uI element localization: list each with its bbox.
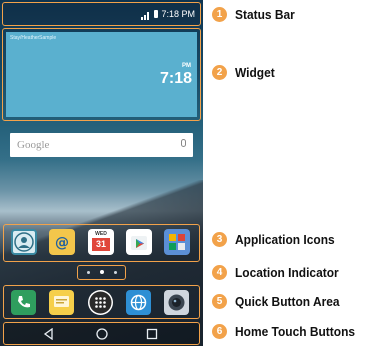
callout-quick-button-area: 5 Quick Button Area	[212, 294, 349, 309]
signal-icon	[141, 10, 151, 20]
messages-icon[interactable]	[49, 290, 74, 315]
callout-label: Location Indicator	[235, 265, 339, 280]
callout-label: Status Bar	[235, 7, 295, 22]
status-indicators: 7:18 PM	[141, 9, 195, 20]
widget-time: 7:18	[159, 70, 192, 87]
callout-label: Home Touch Buttons	[235, 324, 356, 339]
calendar-icon[interactable]: WED 31	[88, 229, 114, 255]
search-label: Google	[17, 139, 50, 151]
recents-icon[interactable]	[146, 327, 158, 345]
widget-ampm: PM	[182, 63, 191, 69]
callout-label: Widget	[235, 65, 275, 80]
phone-home-screen: 7:18 PM Stay/HeatherSample PM 7:18 Googl…	[0, 0, 203, 346]
google-search-bar[interactable]: Google	[10, 133, 193, 157]
callout-number: 4	[212, 265, 227, 280]
callout-number: 3	[212, 232, 227, 247]
callout-number: 2	[212, 65, 227, 80]
contacts-icon[interactable]	[11, 229, 37, 255]
callout-home-touch-buttons: 6 Home Touch Buttons	[212, 324, 365, 339]
calendar-day: WED	[95, 231, 107, 237]
page-dot-active[interactable]	[100, 270, 104, 274]
battery-icon	[154, 10, 159, 18]
microphone-icon[interactable]	[181, 139, 186, 147]
page-dot[interactable]	[114, 271, 117, 274]
callout-number: 5	[212, 294, 227, 309]
callout-number: 1	[212, 7, 227, 22]
callout-widget: 2 Widget	[212, 65, 278, 80]
phone-icon[interactable]	[11, 290, 36, 315]
back-icon[interactable]	[43, 327, 55, 345]
callout-application-icons: 3 Application Icons	[212, 232, 343, 247]
status-time: 7:18 PM	[161, 9, 195, 19]
callout-label: Application Icons	[235, 232, 335, 247]
callout-label: Quick Button Area	[235, 294, 340, 309]
camera-icon[interactable]	[164, 290, 189, 315]
play-store-icon[interactable]	[126, 229, 152, 255]
widget-location: Stay/HeatherSample	[10, 35, 57, 41]
callout-number: 6	[212, 324, 227, 339]
email-icon[interactable]: @	[49, 229, 75, 255]
calendar-date: 31	[92, 238, 110, 251]
callout-status-bar: 1 Status Bar	[212, 7, 300, 22]
callout-location-indicator: 4 Location Indicator	[212, 265, 348, 280]
svg-text:@: @	[55, 235, 69, 251]
apps-drawer-icon[interactable]	[88, 290, 113, 315]
browser-icon[interactable]	[126, 290, 151, 315]
status-bar: 7:18 PM	[2, 2, 201, 26]
apps-folder-icon[interactable]	[164, 229, 190, 255]
clock-widget[interactable]: Stay/HeatherSample PM 7:18	[6, 32, 197, 117]
home-icon[interactable]	[96, 327, 108, 345]
page-dot[interactable]	[87, 271, 90, 274]
